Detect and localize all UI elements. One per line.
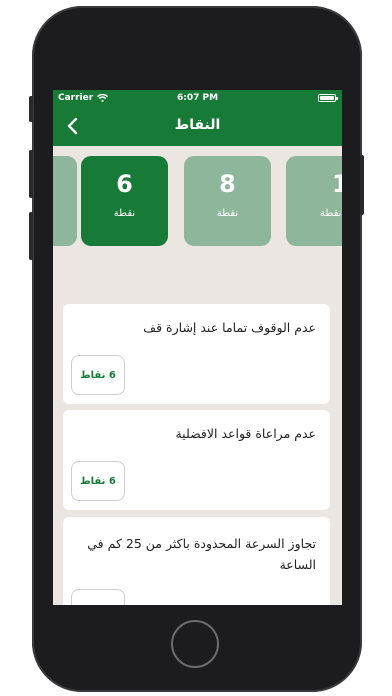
mute-switch <box>29 96 33 122</box>
points-card[interactable] <box>53 156 77 246</box>
volume-down-button <box>29 212 33 260</box>
points-card-value: 6 <box>116 170 133 198</box>
points-card-value: 1 <box>332 170 342 198</box>
battery-icon <box>318 94 338 102</box>
violation-points-badge <box>71 589 125 605</box>
violation-card[interactable]: تجاوز السرعة المحدودة باكثر من 25 كم في … <box>63 517 330 605</box>
volume-up-button <box>29 150 33 198</box>
points-card-label: نقطة <box>113 208 136 219</box>
points-card-selected[interactable]: 6 نقطة <box>81 156 168 246</box>
violation-text: عدم الوقوف تماما عند إشارة قف <box>143 320 316 335</box>
points-card-value: 8 <box>219 170 236 198</box>
points-card[interactable]: 8 نقطة <box>184 156 271 246</box>
violation-points-badge: 6 نقاط <box>71 355 125 395</box>
status-time: 6:07 PM <box>176 93 219 103</box>
violation-text: عدم مراعاة قواعد الافضلية <box>175 426 316 441</box>
navigation-bar: النقاط <box>53 106 342 146</box>
points-card-label: نقطة <box>320 208 342 219</box>
violation-card[interactable]: عدم الوقوف تماما عند إشارة قف 6 نقاط <box>63 304 330 404</box>
points-card-label: نقطة <box>216 208 239 219</box>
violation-text: تجاوز السرعة المحدودة باكثر من 25 كم في … <box>87 536 316 572</box>
points-cards-carousel[interactable]: 6 نقطة 8 نقطة 1 نقطة <box>53 146 342 266</box>
points-card[interactable]: 1 نقطة <box>286 156 342 246</box>
app-screen: Carrier 6:07 PM النقاط 6 نقطة 8 نقطة 1 ن… <box>53 90 342 605</box>
home-button[interactable] <box>171 620 219 668</box>
violation-points-badge: 6 نقاط <box>71 461 125 501</box>
violation-card[interactable]: عدم مراعاة قواعد الافضلية 6 نقاط <box>63 410 330 510</box>
status-bar: Carrier 6:07 PM <box>53 90 342 106</box>
power-button <box>360 155 364 215</box>
page-title: النقاط <box>174 117 221 133</box>
